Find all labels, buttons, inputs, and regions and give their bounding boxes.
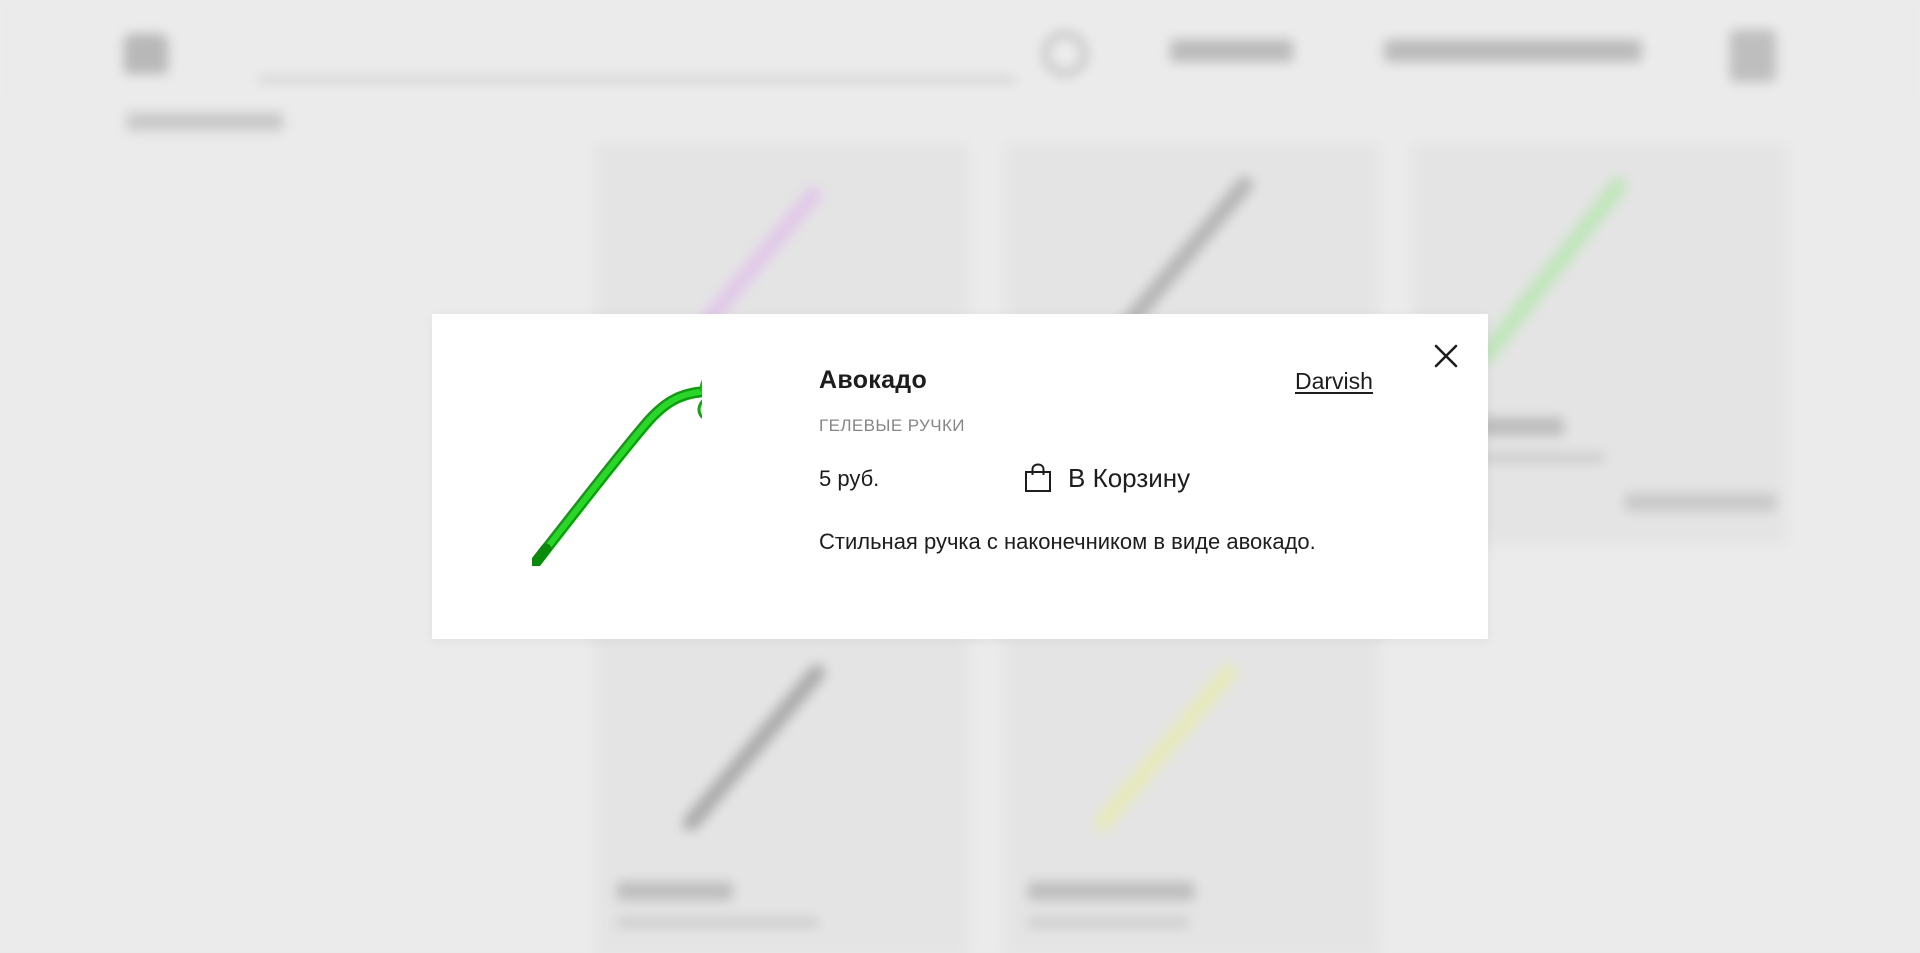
page: Авокадо Darvish ГЕЛЕВЫЕ РУЧКИ 5 руб. В К… [0, 0, 1920, 953]
shopping-bag-icon [1025, 463, 1051, 492]
product-description: Стильная ручка с наконечником в виде аво… [819, 529, 1316, 554]
close-icon [1434, 344, 1458, 368]
add-to-cart-button[interactable]: В Корзину [1024, 460, 1190, 496]
category-label: ГЕЛЕВЫЕ РУЧКИ [819, 416, 965, 435]
product-title: Авокадо [819, 366, 928, 394]
close-button[interactable] [1430, 340, 1462, 372]
price: 5 руб. [819, 466, 880, 491]
product-quick-view-modal: Авокадо Darvish ГЕЛЕВЫЕ РУЧКИ 5 руб. В К… [432, 314, 1488, 639]
add-to-cart-label: В Корзину [1068, 462, 1191, 493]
avocado-pen-image [532, 379, 702, 566]
brand-link[interactable]: Darvish [1295, 368, 1373, 395]
